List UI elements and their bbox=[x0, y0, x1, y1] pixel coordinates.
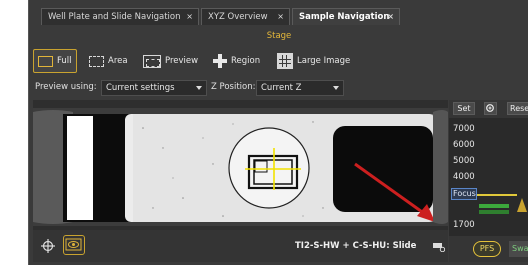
area-select-icon bbox=[89, 55, 104, 67]
stage-title: Stage bbox=[266, 31, 292, 41]
slide-settings-icon[interactable] bbox=[433, 242, 445, 252]
focus-marker-label: Focus bbox=[451, 188, 477, 200]
tab-xyz-overview[interactable]: XYZ Overview × bbox=[201, 8, 290, 25]
region-button[interactable]: Region bbox=[213, 49, 260, 73]
stage-status-bar: TI2-S-HW + C-S-HU: Slide bbox=[33, 230, 448, 262]
pfs-range-bar bbox=[479, 204, 509, 208]
tab-sample-navigation[interactable]: Sample Navigation × bbox=[292, 8, 400, 25]
z-position-select[interactable]: Current Z bbox=[256, 80, 344, 96]
large-image-label: Large Image bbox=[297, 56, 351, 66]
z-focus-panel: Set Reset 7000 6000 5000 4000 1700 Focus… bbox=[449, 100, 528, 262]
chevron-down-icon bbox=[196, 86, 202, 90]
eye-button[interactable] bbox=[63, 235, 85, 255]
z-tick: 1700 bbox=[453, 220, 475, 230]
large-image-button[interactable]: Large Image bbox=[277, 49, 350, 73]
preview-using-value: Current settings bbox=[106, 83, 175, 93]
slide-label-strip bbox=[67, 116, 93, 220]
tab-label: Sample Navigation bbox=[299, 12, 390, 22]
tab-label: XYZ Overview bbox=[208, 12, 268, 22]
stage-status-text: TI2-S-HW + C-S-HU: Slide bbox=[295, 241, 417, 251]
pfs-button[interactable]: PFS bbox=[473, 241, 501, 257]
chevron-down-icon bbox=[333, 86, 339, 90]
reset-button[interactable]: Reset bbox=[507, 102, 528, 115]
plus-icon bbox=[213, 54, 227, 68]
preview-icon bbox=[143, 54, 161, 68]
z-tick: 4000 bbox=[453, 172, 475, 182]
focus-line bbox=[477, 194, 517, 196]
eye-icon bbox=[65, 238, 82, 251]
close-icon[interactable]: × bbox=[186, 9, 193, 25]
grid-icon bbox=[277, 53, 293, 69]
toolbar: Full Area Preview Region Large Image bbox=[29, 46, 528, 76]
tab-well-plate-navigation[interactable]: Well Plate and Slide Navigation × bbox=[41, 8, 199, 25]
slide-right-mask bbox=[333, 126, 433, 212]
z-tick: 5000 bbox=[453, 156, 475, 166]
stage-view[interactable]: TI2-S-HW + C-S-HU: Slide bbox=[33, 100, 448, 262]
full-button[interactable]: Full bbox=[33, 49, 77, 73]
swap-button[interactable]: Swap bbox=[509, 241, 528, 257]
z-tick: 7000 bbox=[453, 124, 475, 134]
tab-label: Well Plate and Slide Navigation bbox=[48, 12, 181, 22]
preview-using-select[interactable]: Current settings bbox=[101, 80, 207, 96]
area-label: Area bbox=[108, 56, 128, 66]
zoom-icon[interactable] bbox=[484, 102, 497, 115]
z-scale[interactable]: 7000 6000 5000 4000 1700 Focus bbox=[449, 118, 528, 236]
close-icon[interactable]: × bbox=[277, 9, 284, 25]
preview-button[interactable]: Preview bbox=[143, 49, 198, 73]
region-label: Region bbox=[231, 56, 261, 66]
preview-using-label: Preview using: bbox=[35, 82, 97, 92]
full-frame-icon bbox=[38, 55, 53, 67]
full-label: Full bbox=[57, 56, 72, 66]
area-button[interactable]: Area bbox=[89, 49, 128, 73]
preview-label: Preview bbox=[165, 56, 199, 66]
tab-bar: Well Plate and Slide Navigation × XYZ Ov… bbox=[41, 8, 528, 25]
crosshair-icon[interactable] bbox=[41, 239, 55, 253]
magnifier-icon bbox=[486, 104, 494, 112]
sample-navigation-window: Well Plate and Slide Navigation × XYZ Ov… bbox=[28, 0, 528, 265]
preview-settings-row: Preview using: Current settings Z Positi… bbox=[29, 79, 528, 97]
z-position-label: Z Position: bbox=[211, 82, 256, 92]
z-position-pointer-icon[interactable] bbox=[517, 198, 527, 212]
close-icon[interactable]: × bbox=[387, 9, 394, 25]
set-button[interactable]: Set bbox=[453, 102, 475, 115]
z-tick: 6000 bbox=[453, 140, 475, 150]
pfs-range-bar bbox=[479, 210, 509, 214]
z-position-value: Current Z bbox=[261, 83, 302, 93]
slide-image[interactable] bbox=[33, 108, 448, 226]
